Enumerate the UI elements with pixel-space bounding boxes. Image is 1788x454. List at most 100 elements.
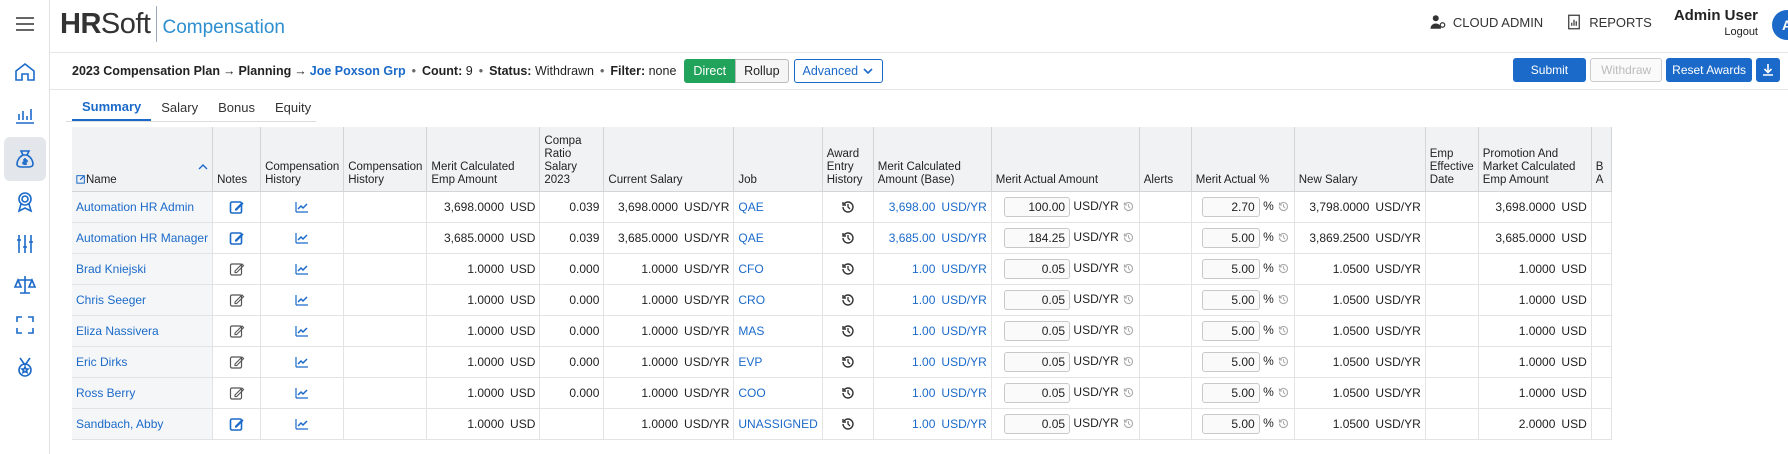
- revert-icon[interactable]: [1122, 417, 1135, 430]
- job-link[interactable]: EVP: [733, 346, 823, 378]
- edit-icon[interactable]: [76, 174, 86, 184]
- column-header-merit-calc-base[interactable]: Merit Calculated Amount (Base): [873, 127, 992, 192]
- merit-actual-amount-input[interactable]: 0.05: [1004, 258, 1071, 279]
- comp-history-cell[interactable]: [260, 284, 345, 316]
- column-header-next[interactable]: B A: [1591, 127, 1612, 192]
- notes-cell[interactable]: [212, 191, 262, 223]
- merit-actual-pct-input[interactable]: 5.00: [1201, 351, 1260, 372]
- column-header-name[interactable]: Name: [72, 127, 214, 192]
- notes-cell[interactable]: [212, 408, 262, 440]
- employee-name-link[interactable]: Sandbach, Abby: [72, 408, 214, 440]
- submit-button[interactable]: Submit: [1512, 58, 1587, 82]
- merit-calc-base-cell[interactable]: 3,685.00 USD/YR: [873, 222, 992, 254]
- logout-link[interactable]: Logout: [1674, 26, 1758, 38]
- sliders-icon[interactable]: [4, 222, 46, 266]
- comp-history-cell[interactable]: [260, 346, 345, 378]
- home-icon[interactable]: [4, 50, 46, 94]
- merit-calc-base-cell[interactable]: 3,698.00 USD/YR: [873, 191, 992, 223]
- revert-icon[interactable]: [1277, 417, 1290, 430]
- notes-cell[interactable]: [212, 346, 262, 378]
- merit-actual-pct-input[interactable]: 5.00: [1201, 382, 1260, 403]
- job-link[interactable]: QAE: [733, 191, 823, 223]
- revert-icon[interactable]: [1277, 200, 1290, 213]
- award-entry-history-cell[interactable]: [822, 284, 874, 316]
- merit-actual-pct-input[interactable]: 5.00: [1201, 289, 1260, 310]
- revert-icon[interactable]: [1277, 355, 1290, 368]
- user-menu[interactable]: Admin User Logout: [1674, 7, 1758, 38]
- sort-ascending-icon[interactable]: [198, 163, 208, 171]
- comp-history-cell[interactable]: [260, 253, 345, 285]
- revert-icon[interactable]: [1122, 355, 1135, 368]
- column-header-job[interactable]: Job: [733, 127, 823, 192]
- column-header-compa-ratio[interactable]: Compa Ratio Salary 2023: [539, 127, 605, 192]
- column-header-award-entry-history[interactable]: Award Entry History: [822, 127, 874, 192]
- merit-actual-amount-input[interactable]: 0.05: [1004, 382, 1071, 403]
- withdraw-button[interactable]: Withdraw: [1590, 58, 1663, 82]
- table-row[interactable]: Automation HR Manager 3,685.0000 USD 0.039 3…: [72, 222, 1612, 254]
- comp-history-cell[interactable]: [260, 408, 345, 440]
- award-entry-history-cell[interactable]: [822, 346, 874, 378]
- column-header-emp-effective-date[interactable]: Emp Effective Date: [1425, 127, 1479, 192]
- merit-calc-base-cell[interactable]: 1.00 USD/YR: [873, 253, 992, 285]
- revert-icon[interactable]: [1122, 200, 1135, 213]
- merit-calc-base-cell[interactable]: 1.00 USD/YR: [873, 346, 992, 378]
- award-entry-history-cell[interactable]: [822, 408, 874, 440]
- column-header-current-salary[interactable]: Current Salary: [603, 127, 735, 192]
- merit-actual-pct-input[interactable]: 5.00: [1201, 258, 1260, 279]
- revert-icon[interactable]: [1277, 231, 1290, 244]
- download-button[interactable]: [1756, 58, 1780, 82]
- bar-chart-icon[interactable]: [4, 93, 46, 137]
- money-bag-icon[interactable]: [4, 137, 46, 181]
- comp-history-cell[interactable]: [260, 315, 345, 347]
- employee-name-link[interactable]: Chris Seeger: [72, 284, 214, 316]
- table-row[interactable]: Eliza Nassivera 1.0000 USD 0.000 1.0000 USD/Y…: [72, 315, 1612, 347]
- table-row[interactable]: Sandbach, Abby 1.0000 USD 1.0000 USD/YR UNASS…: [72, 408, 1612, 440]
- employee-name-link[interactable]: Automation HR Admin: [72, 191, 214, 223]
- table-row[interactable]: Ross Berry 1.0000 USD 0.000 1.0000 USD/YR COO 1…: [72, 377, 1612, 409]
- breadcrumb-group[interactable]: Joe Poxson Grp: [310, 64, 406, 78]
- employee-name-link[interactable]: Automation HR Manager: [72, 222, 214, 254]
- revert-icon[interactable]: [1122, 231, 1135, 244]
- employee-name-link[interactable]: Eliza Nassivera: [72, 315, 214, 347]
- column-header-comp-history[interactable]: Compensation History: [260, 127, 345, 192]
- award-entry-history-cell[interactable]: [822, 222, 874, 254]
- award-entry-history-cell[interactable]: [822, 253, 874, 285]
- merit-calc-base-cell[interactable]: 1.00 USD/YR: [873, 408, 992, 440]
- merit-actual-pct-input[interactable]: 5.00: [1201, 320, 1260, 341]
- revert-icon[interactable]: [1122, 293, 1135, 306]
- notes-cell[interactable]: [212, 222, 262, 254]
- revert-icon[interactable]: [1277, 386, 1290, 399]
- comp-history-cell[interactable]: [260, 191, 345, 223]
- expand-icon[interactable]: [4, 303, 46, 347]
- brand-logo[interactable]: HR Soft Compensation: [60, 4, 285, 44]
- reports-link[interactable]: REPORTS: [1565, 13, 1652, 31]
- notes-cell[interactable]: [212, 253, 262, 285]
- award-ribbon-icon[interactable]: [4, 180, 46, 224]
- table-row[interactable]: Automation HR Admin 3,698.0000 USD 0.039 3,6…: [72, 191, 1612, 223]
- rollup-toggle-button[interactable]: Rollup: [735, 59, 789, 83]
- cloud-admin-link[interactable]: CLOUD ADMIN: [1429, 13, 1543, 31]
- column-header-new-salary[interactable]: New Salary: [1294, 127, 1426, 192]
- scales-icon[interactable]: [4, 263, 46, 307]
- employee-name-link[interactable]: Ross Berry: [72, 377, 214, 409]
- notes-cell[interactable]: [212, 284, 262, 316]
- merit-actual-amount-input[interactable]: 0.05: [1004, 320, 1071, 341]
- merit-actual-amount-input[interactable]: 100.00: [1004, 196, 1071, 217]
- award-entry-history-cell[interactable]: [822, 191, 874, 223]
- revert-icon[interactable]: [1122, 386, 1135, 399]
- avatar[interactable]: A: [1772, 10, 1788, 40]
- breadcrumb-stage[interactable]: Planning: [238, 64, 291, 78]
- table-row[interactable]: Brad Kniejski 1.0000 USD 0.000 1.0000 USD/YR C…: [72, 253, 1612, 285]
- merit-actual-pct-input[interactable]: 5.00: [1201, 227, 1260, 248]
- column-header-promo-market[interactable]: Promotion And Market Calculated Emp Amou…: [1478, 127, 1592, 192]
- employee-name-link[interactable]: Eric Dirks: [72, 346, 214, 378]
- notes-cell[interactable]: [212, 315, 262, 347]
- merit-actual-pct-input[interactable]: 2.70: [1201, 196, 1260, 217]
- revert-icon[interactable]: [1122, 262, 1135, 275]
- table-row[interactable]: Chris Seeger 1.0000 USD 0.000 1.0000 USD/YR CR…: [72, 284, 1612, 316]
- column-header-merit-actual-amount[interactable]: Merit Actual Amount: [991, 127, 1140, 192]
- tab-bonus[interactable]: Bonus: [208, 93, 265, 121]
- comp-history-cell[interactable]: [260, 377, 345, 409]
- job-link[interactable]: CFO: [733, 253, 823, 285]
- revert-icon[interactable]: [1277, 324, 1290, 337]
